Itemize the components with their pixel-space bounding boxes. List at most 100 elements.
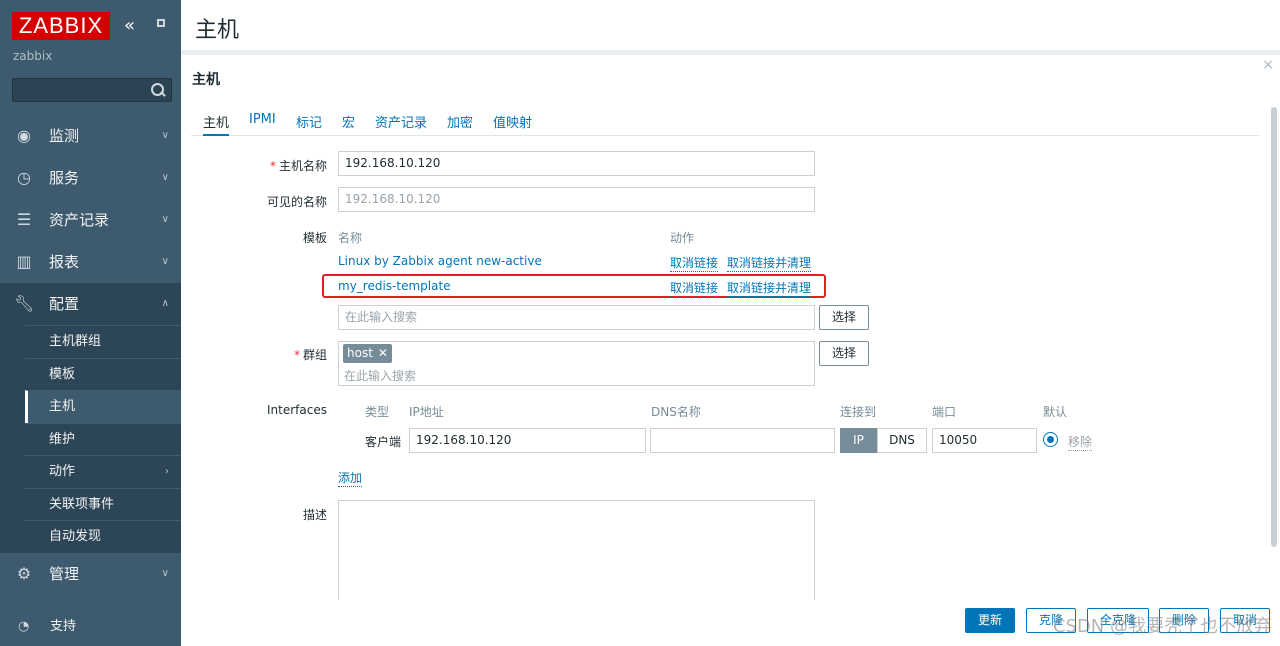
iface-dns-input[interactable] — [650, 428, 835, 453]
host-edit-dialog: 主机 × 主机 IPMI 标记 宏 资产记录 加密 值映射 * 主机名称 192.… — [181, 55, 1280, 646]
iface-col-port: 端口 — [932, 405, 957, 419]
chevron-right-icon: › — [165, 466, 169, 477]
zabbix-logo[interactable]: ZABBIX — [12, 12, 110, 40]
dialog-title: 主机 — [192, 72, 220, 88]
submenu-item-templates[interactable]: 模板 — [25, 357, 181, 391]
chevron-down-icon: ∨ — [161, 214, 169, 225]
chevron-up-icon: ∧ — [161, 298, 169, 309]
connect-ip-button[interactable]: IP — [840, 428, 877, 453]
iface-ip-input[interactable]: 192.168.10.120 — [409, 428, 646, 453]
eye-icon: ◉ — [17, 126, 31, 145]
submenu-label: 动作 — [49, 464, 76, 479]
hostname-label-text: 主机名称 — [278, 159, 327, 173]
tab-value-mapping[interactable]: 值映射 — [493, 112, 532, 136]
template-select-button[interactable]: 选择 — [819, 305, 869, 330]
sidebar-search-input[interactable] — [13, 79, 143, 101]
remove-interface-link[interactable]: 移除 — [1068, 433, 1093, 451]
iface-port-input[interactable]: 10050 — [932, 428, 1037, 453]
page-title: 主机 — [195, 18, 240, 43]
menu-item-administration[interactable]: ⚙ 管理 ∨ — [0, 553, 181, 595]
chevron-down-icon: ∨ — [161, 256, 169, 267]
bar-chart-icon: ▥ — [16, 252, 32, 271]
visible-name-input[interactable]: 192.168.10.120 — [338, 187, 815, 212]
description-label: 描述 — [302, 508, 327, 522]
chevron-down-icon: ∨ — [161, 130, 169, 141]
template-link-linux[interactable]: Linux by Zabbix agent new-active — [338, 254, 542, 268]
menu-item-services[interactable]: ◷ 服务 ∨ — [0, 157, 181, 199]
support-link[interactable]: ◔ 支持 — [0, 612, 181, 642]
menu-item-inventory[interactable]: ☰ 资产记录 ∨ — [0, 199, 181, 241]
main-menu: ◉ 监测 ∨ ◷ 服务 ∨ ☰ 资产记录 ∨ ▥ 报表 ∨ 🔧︎ 配置 ∧ 主机… — [0, 115, 181, 595]
template-search-input[interactable]: 在此输入搜索 — [338, 305, 815, 330]
list-icon: ☰ — [16, 210, 32, 229]
group-search-placeholder[interactable]: 在此输入搜索 — [344, 367, 416, 384]
tab-host[interactable]: 主机 — [203, 112, 230, 136]
watermark-text: CSDN @我要秃了也不放弃 — [1052, 616, 1272, 637]
menu-label: 管理 — [49, 564, 80, 583]
scrollbar[interactable] — [1271, 107, 1277, 547]
submenu-item-event-correlation[interactable]: 关联项事件 — [25, 487, 181, 521]
connect-dns-button[interactable]: DNS — [877, 428, 927, 453]
chevron-down-icon: ∨ — [161, 172, 169, 183]
iface-col-type: 类型 — [365, 405, 390, 419]
group-tag[interactable]: host ✕ — [343, 344, 392, 363]
hostname-label: * 主机名称 — [181, 157, 327, 174]
chevron-down-icon: ∨ — [161, 567, 169, 579]
tab-inventory[interactable]: 资产记录 — [375, 112, 427, 136]
required-marker: * — [293, 348, 300, 362]
logo-row: ZABBIX « — [12, 12, 172, 42]
group-select-button[interactable]: 选择 — [819, 341, 869, 366]
sidebar-search[interactable] — [12, 78, 172, 102]
iface-type: 客户端 — [365, 435, 402, 449]
unlink-button[interactable]: 取消链接 — [670, 279, 719, 297]
iface-col-ip: IP地址 — [409, 405, 444, 419]
menu-item-configuration[interactable]: 🔧︎ 配置 ∧ — [0, 283, 181, 325]
templates-col-name: 名称 — [338, 231, 363, 245]
update-button[interactable]: 更新 — [965, 608, 1015, 633]
template-link-redis[interactable]: my_redis-template — [338, 279, 451, 293]
iface-col-connect: 连接到 — [840, 405, 877, 419]
description-textarea[interactable] — [338, 500, 815, 600]
menu-label: 监测 — [49, 127, 80, 145]
add-interface-link[interactable]: 添加 — [338, 469, 363, 487]
templates-col-action: 动作 — [670, 231, 695, 245]
tab-macros[interactable]: 宏 — [342, 112, 355, 136]
menu-label: 报表 — [49, 253, 80, 271]
tab-tags[interactable]: 标记 — [296, 112, 322, 136]
submenu-item-host-groups[interactable]: 主机群组 — [25, 325, 181, 358]
templates-label: 模板 — [302, 231, 327, 245]
groups-label: * 群组 — [181, 346, 327, 363]
submenu-item-actions[interactable]: 动作 › — [25, 455, 181, 488]
menu-label: 配置 — [49, 295, 80, 313]
close-icon[interactable]: × — [1262, 57, 1274, 73]
collapse-sidebar-icon[interactable]: « — [124, 16, 144, 36]
groups-label-text: 群组 — [302, 348, 327, 362]
configuration-submenu: 主机群组 模板 主机 维护 动作 › 关联项事件 自动发现 — [0, 325, 181, 553]
interfaces-label: Interfaces — [267, 403, 327, 417]
iface-col-default: 默认 — [1043, 405, 1068, 419]
unlink-clear-button[interactable]: 取消链接并清理 — [727, 279, 812, 297]
unlink-button[interactable]: 取消链接 — [670, 254, 719, 272]
submenu-item-discovery[interactable]: 自动发现 — [25, 520, 181, 553]
remove-tag-icon[interactable]: ✕ — [378, 346, 388, 360]
kiosk-mode-icon[interactable] — [150, 16, 170, 36]
submenu-item-maintenance[interactable]: 维护 — [25, 422, 181, 456]
support-label: 支持 — [50, 619, 77, 634]
submenu-item-hosts[interactable]: 主机 — [25, 390, 181, 423]
menu-label: 资产记录 — [49, 211, 110, 229]
tab-bar: 主机 IPMI 标记 宏 资产记录 加密 值映射 — [191, 108, 1259, 136]
menu-item-monitoring[interactable]: ◉ 监测 ∨ — [0, 115, 181, 157]
tab-ipmi[interactable]: IPMI — [249, 112, 276, 136]
search-icon[interactable] — [150, 82, 166, 98]
required-marker: * — [269, 159, 276, 173]
menu-item-reports[interactable]: ▥ 报表 ∨ — [0, 241, 181, 283]
menu-label: 服务 — [49, 169, 80, 187]
unlink-clear-button[interactable]: 取消链接并清理 — [727, 254, 812, 272]
default-interface-radio[interactable] — [1043, 432, 1058, 447]
headset-icon: ◔ — [18, 619, 30, 634]
page-header: 主机 — [181, 0, 1280, 50]
gear-icon: ⚙ — [16, 563, 32, 583]
tab-encryption[interactable]: 加密 — [447, 112, 473, 136]
hostname-input[interactable]: 192.168.10.120 — [338, 151, 815, 176]
sidebar: ZABBIX « zabbix ◉ 监测 ∨ ◷ 服务 ∨ ☰ 资产记录 ∨ ▥… — [0, 0, 181, 646]
